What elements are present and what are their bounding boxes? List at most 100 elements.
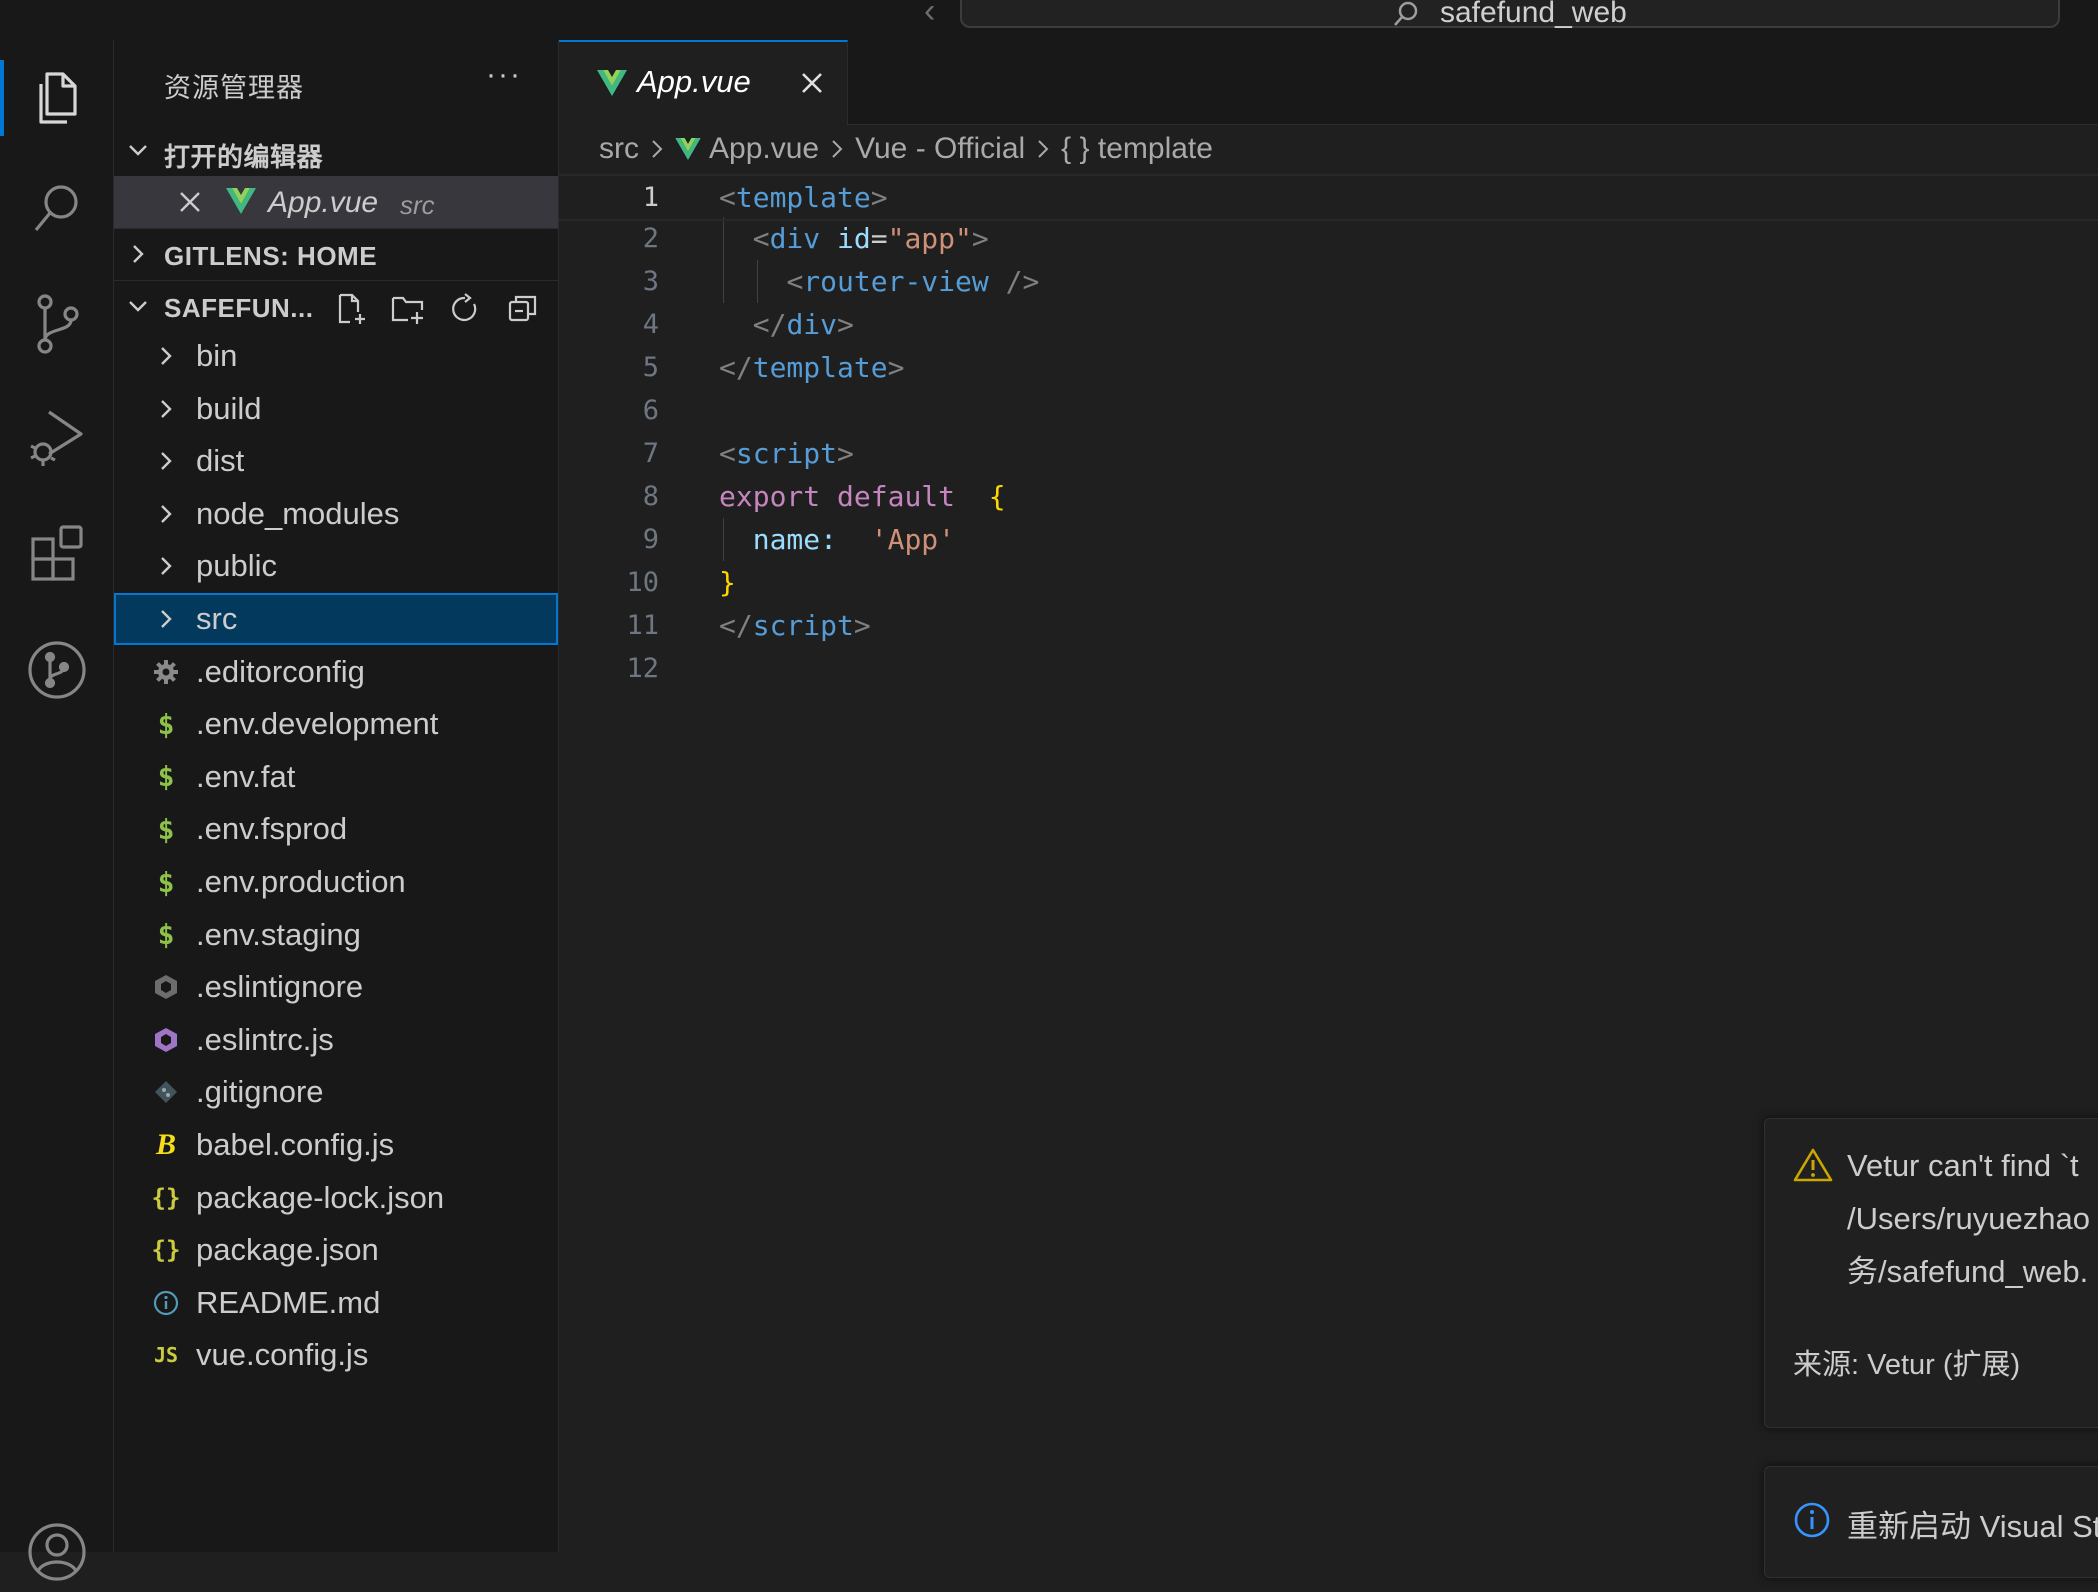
code-line[interactable]: 5 </template> — [559, 346, 2098, 389]
tree-folder-public[interactable]: public — [114, 540, 558, 592]
code-line[interactable]: 10} — [559, 561, 2098, 604]
tree-file-item[interactable]: $ .env.staging — [114, 909, 558, 961]
tree-file-item[interactable]: JS vue.config.js — [114, 1329, 558, 1381]
tree-file-item[interactable]: $ .env.production — [114, 856, 558, 908]
tab-app-vue[interactable]: App.vue — [559, 40, 848, 126]
code-line[interactable]: 1 <template> — [559, 174, 2098, 221]
code-line[interactable]: 11 </script> — [559, 604, 2098, 647]
code-token: > — [837, 437, 854, 470]
tree-item-label: .gitignore — [196, 1074, 324, 1110]
code-text: <template> — [719, 176, 888, 219]
info-notification[interactable]: 重新启动 Visual St — [1764, 1466, 2098, 1578]
breadcrumb-src[interactable]: src — [599, 132, 639, 166]
code-line[interactable]: 3 <router-view /> — [559, 260, 2098, 303]
tree-item-label: package-lock.json — [196, 1179, 445, 1215]
close-icon[interactable] — [178, 190, 202, 214]
warning-line: /Users/ruyuezhao — [1847, 1201, 2090, 1236]
chevron-right-icon — [829, 137, 845, 161]
tree-item-label: .env.staging — [196, 916, 361, 952]
breadcrumb-language[interactable]: Vue - Official — [855, 132, 1025, 166]
source-control-icon[interactable] — [0, 284, 113, 364]
code-text: <div id="app"> — [719, 217, 989, 260]
tree-file-item[interactable]: {} package-lock.json — [114, 1172, 558, 1224]
tree-file-item[interactable]: {} package.json — [114, 1224, 558, 1276]
open-editors-label: 打开的编辑器 — [164, 142, 324, 172]
run-debug-icon[interactable] — [0, 398, 113, 478]
vue-file-icon — [675, 138, 701, 160]
env-file-icon: $ — [157, 918, 175, 952]
tree-folder-bin[interactable]: bin — [114, 330, 558, 382]
tree-file-item[interactable]: $ .env.fat — [114, 751, 558, 803]
tree-folder-src[interactable]: src — [114, 593, 558, 645]
tree-file-item[interactable]: $ .env.fsprod — [114, 803, 558, 855]
refresh-icon[interactable] — [448, 292, 482, 326]
code-line[interactable]: 6 — [559, 389, 2098, 432]
vue-file-icon — [226, 188, 256, 214]
tree-item-label: build — [196, 390, 262, 426]
code-line[interactable]: 12 — [559, 647, 2098, 690]
chevron-right-icon — [150, 498, 182, 530]
tree-item-label: node_modules — [196, 495, 400, 531]
warning-line: Vetur can't find `t — [1847, 1148, 2079, 1183]
account-icon[interactable] — [0, 1512, 113, 1592]
tree-file-item[interactable]: $ .env.development — [114, 698, 558, 750]
line-number: 4 — [642, 309, 659, 340]
code-token: > — [837, 308, 854, 341]
divider — [114, 280, 558, 281]
tree-file-item[interactable]: .eslintignore — [114, 961, 558, 1013]
breadcrumb-file[interactable]: App.vue — [709, 132, 819, 166]
explorer-icon[interactable] — [0, 58, 113, 138]
code-token: 'App' — [870, 523, 956, 556]
code-line[interactable]: 7 <script> — [559, 432, 2098, 475]
code-line[interactable]: 2 <div id="app"> — [559, 217, 2098, 260]
gitlens-home-label: GITLENS: HOME — [164, 241, 378, 271]
tree-folder-build[interactable]: build — [114, 383, 558, 435]
code-text: <script> — [719, 432, 854, 475]
tree-folder-node_modules[interactable]: node_modules — [114, 488, 558, 540]
open-editor-item[interactable]: App.vue src — [114, 176, 558, 228]
info-icon — [1793, 1501, 1831, 1539]
search-icon[interactable] — [0, 170, 113, 250]
line-number: 8 — [642, 481, 659, 512]
code-token: } — [719, 566, 736, 599]
command-center[interactable]: safefund_web — [960, 0, 2060, 29]
tree-file-item[interactable]: Bbabel.config.js — [114, 1119, 558, 1171]
code-text: <router-view /> — [719, 260, 1039, 303]
tree-item-label: bin — [196, 338, 238, 373]
chevron-right-icon — [150, 550, 182, 582]
code-token: = — [870, 222, 888, 255]
chevron-right-icon — [150, 340, 182, 372]
code-text: </div> — [719, 303, 854, 346]
more-actions-icon[interactable]: ··· — [486, 58, 522, 92]
open-editors-section-header[interactable]: 打开的编辑器 — [114, 126, 558, 174]
code-token: < — [719, 437, 736, 470]
back-arrow-icon[interactable]: ‹ — [924, 0, 935, 28]
code-line[interactable]: 8 export default { — [559, 475, 2098, 518]
close-icon[interactable] — [799, 70, 825, 96]
code-line[interactable]: 4 </div> — [559, 303, 2098, 346]
new-file-icon[interactable] — [334, 292, 368, 326]
warning-notification[interactable]: Vetur can't find `t /Users/ruyuezhao 务/s… — [1764, 1118, 2098, 1428]
line-number: 7 — [642, 438, 659, 469]
project-section-header[interactable]: SAFEFUN... — [114, 282, 558, 330]
tree-folder-dist[interactable]: dist — [114, 435, 558, 487]
tree-file-item[interactable]: README.md — [114, 1277, 558, 1329]
chevron-right-icon — [150, 393, 182, 425]
tree-file-item[interactable]: .editorconfig — [114, 646, 558, 698]
breadcrumb-symbol[interactable]: { } template — [1061, 132, 1213, 166]
gitlens-home-section-header[interactable]: GITLENS: HOME — [114, 230, 558, 278]
open-editor-dir: src — [400, 190, 435, 220]
chevron-down-icon — [126, 294, 150, 318]
code-token: id — [837, 222, 871, 255]
code-line[interactable]: 9 name: 'App' — [559, 518, 2098, 561]
tree-item-label: README.md — [196, 1284, 381, 1320]
tree-file-item[interactable]: .eslintrc.js — [114, 1014, 558, 1066]
gitlens-icon[interactable] — [0, 630, 113, 710]
tree-file-item[interactable]: .gitignore — [114, 1066, 558, 1118]
extensions-icon[interactable] — [0, 514, 113, 594]
collapse-all-icon[interactable] — [506, 292, 540, 326]
new-folder-icon[interactable] — [390, 292, 426, 326]
